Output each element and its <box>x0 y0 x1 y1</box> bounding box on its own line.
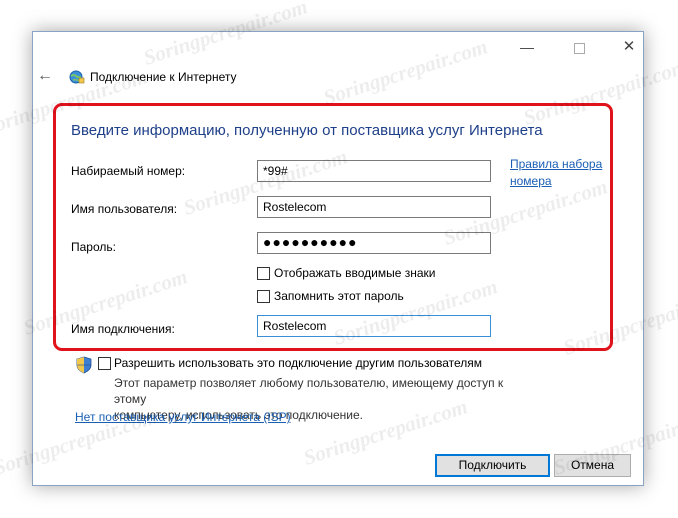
minimize-icon[interactable]: — <box>513 36 541 58</box>
description-line1: Этот параметр позволяет любому пользоват… <box>114 376 504 406</box>
close-icon[interactable]: ✕ <box>615 36 643 58</box>
title-bar: — ✕ <box>33 32 643 62</box>
no-isp-link[interactable]: Нет поставщика услуг Интернета (ISP) <box>75 409 291 426</box>
back-arrow-icon[interactable]: ← <box>37 67 55 85</box>
maximize-icon[interactable] <box>565 36 593 58</box>
window-title: Подключение к Интернету <box>90 70 237 84</box>
allow-others-label: Разрешить использовать это подключение д… <box>114 356 483 370</box>
allow-others-checkbox[interactable] <box>98 357 111 370</box>
cancel-button[interactable]: Отмена <box>554 454 631 477</box>
uac-shield-icon <box>76 356 92 374</box>
connect-button[interactable]: Подключить <box>435 454 550 477</box>
highlight-box <box>53 103 613 351</box>
globe-network-icon <box>69 70 85 84</box>
